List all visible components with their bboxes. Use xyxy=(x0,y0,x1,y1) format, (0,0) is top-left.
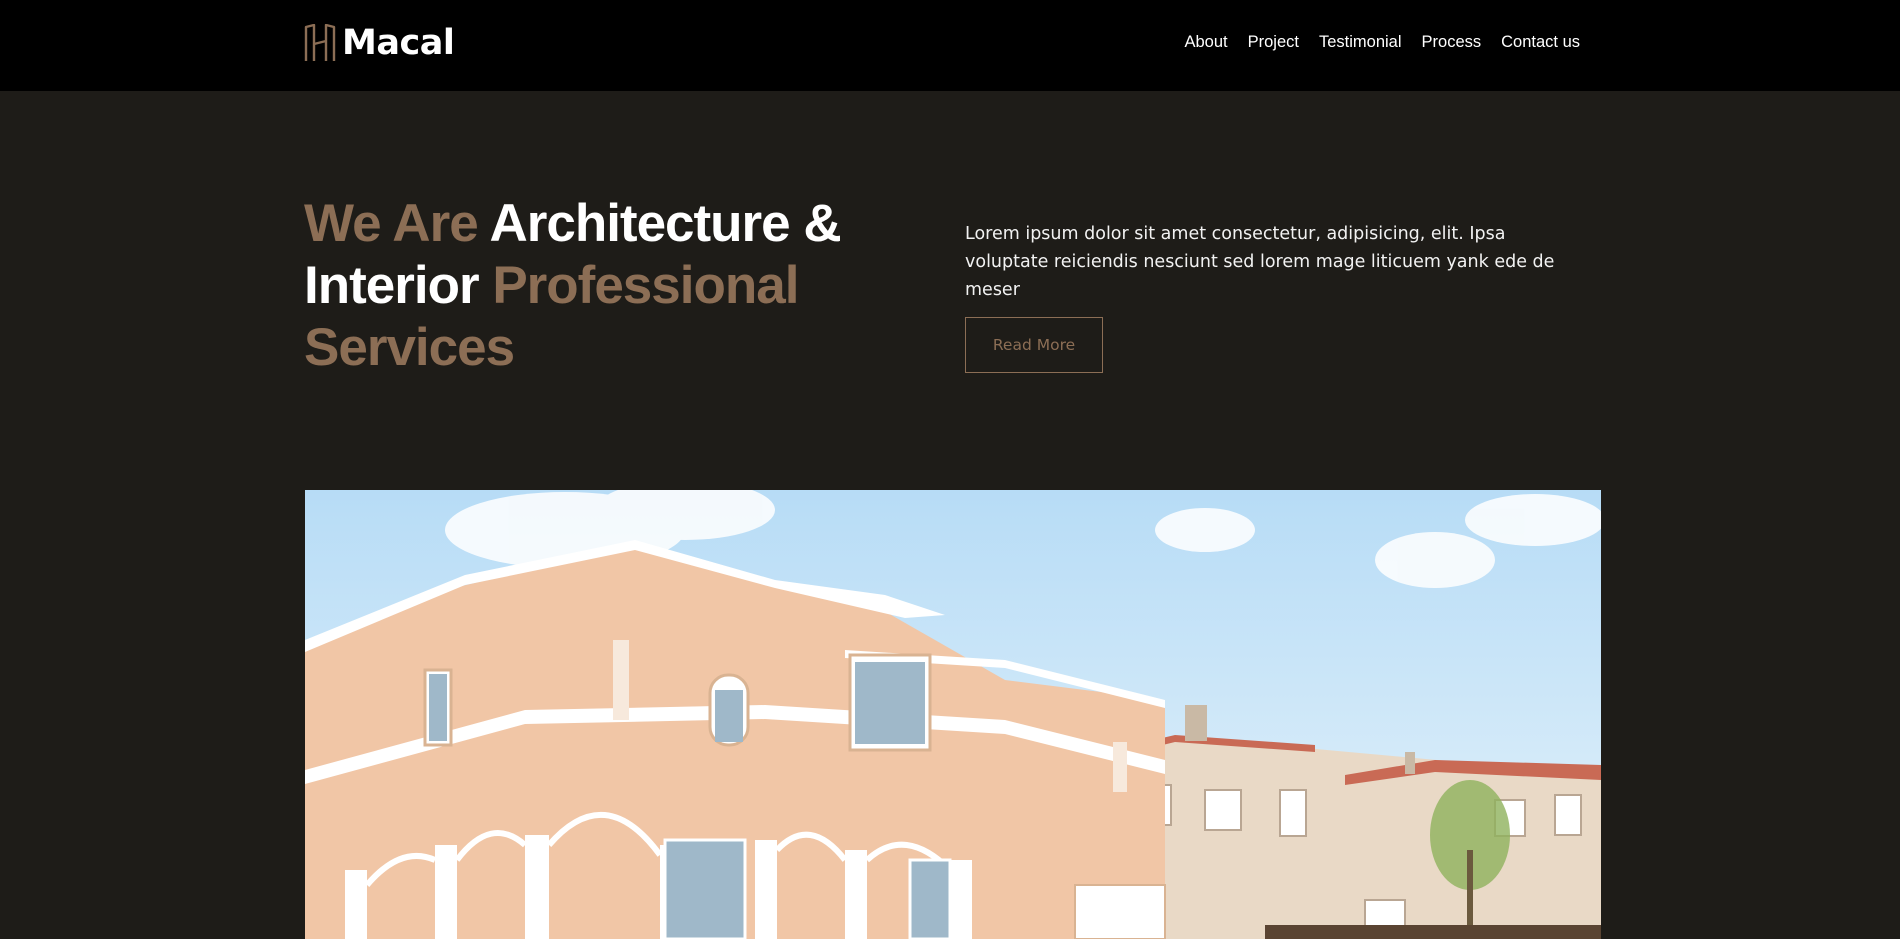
read-more-button[interactable]: Read More xyxy=(965,317,1103,373)
hero-title: We Are Architecture & Interior Profession… xyxy=(304,193,864,379)
nav-testimonial[interactable]: Testimonial xyxy=(1319,30,1402,54)
main-nav: About Project Testimonial Process Contac… xyxy=(1184,30,1580,54)
hero-title-part4: Professional xyxy=(492,256,799,315)
nav-about[interactable]: About xyxy=(1184,30,1227,54)
brand-name: Macal xyxy=(342,22,455,63)
brand-logo[interactable]: Macal xyxy=(304,22,455,63)
nav-process[interactable]: Process xyxy=(1422,30,1482,54)
building-h-icon xyxy=(304,24,336,62)
hero-title-part5: Services xyxy=(304,318,515,377)
hero-description: Lorem ipsum dolor sit amet consectetur, … xyxy=(965,224,1555,300)
hero-house-image xyxy=(305,490,1601,939)
nav-contact-us[interactable]: Contact us xyxy=(1501,30,1580,54)
nav-project[interactable]: Project xyxy=(1248,30,1299,54)
navbar: Macal About Project Testimonial Process … xyxy=(0,0,1900,91)
hero-title-part1: We Are xyxy=(304,194,479,253)
hero-title-part3: Interior xyxy=(304,256,480,315)
hero-title-part2: Architecture & xyxy=(489,194,841,253)
